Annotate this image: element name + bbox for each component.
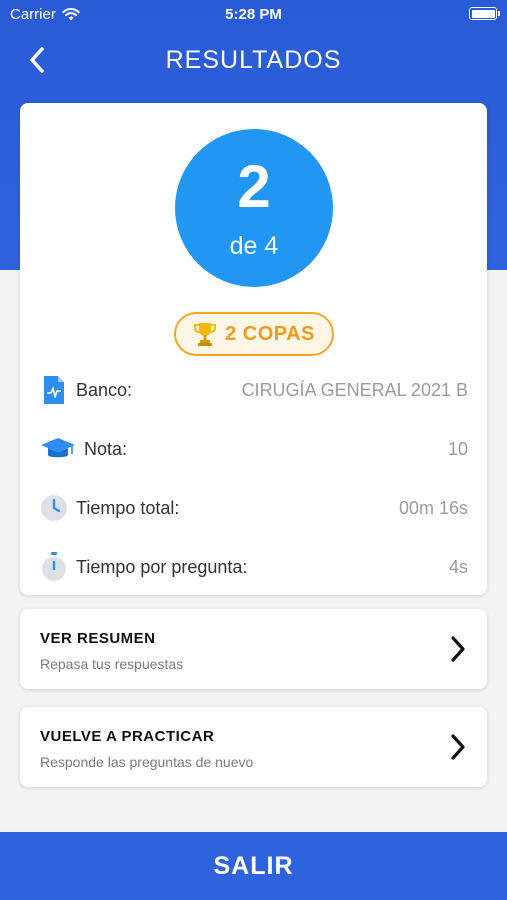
- info-row-nota: Nota: 10: [40, 429, 468, 469]
- stopwatch-icon: [40, 551, 68, 583]
- battery-icon: [469, 7, 500, 20]
- info-row-tiempo-total: Tiempo total: 00m 16s: [40, 488, 468, 528]
- ver-resumen-title: VER RESUMEN: [40, 630, 156, 647]
- document-chart-icon: [40, 374, 68, 406]
- trophy-icon: [194, 323, 217, 346]
- cups-badge: 2 COPAS: [174, 312, 334, 356]
- ver-resumen-button[interactable]: VER RESUMEN Repasa tus respuestas: [20, 609, 487, 689]
- info-row-tiempo-pregunta: Tiempo por pregunta: 4s: [40, 547, 468, 587]
- banco-value: CIRUGÍA GENERAL 2021 B: [241, 379, 468, 400]
- nota-value: 10: [447, 438, 468, 459]
- score-correct: 2: [237, 153, 271, 220]
- tiempo-total-label: Tiempo total:: [76, 497, 180, 518]
- score-circle: 2 de 4: [175, 129, 333, 287]
- chevron-right-icon: [451, 734, 465, 760]
- ver-resumen-subtitle: Repasa tus respuestas: [40, 656, 184, 672]
- vuelve-a-practicar-subtitle: Responde las preguntas de nuevo: [40, 754, 254, 770]
- tiempo-total-value: 00m 16s: [398, 497, 468, 518]
- navigation-bar: RESULTADOS: [0, 38, 507, 82]
- tiempo-pregunta-label: Tiempo por pregunta:: [76, 556, 248, 577]
- cups-label: 2 COPAS: [225, 322, 315, 345]
- salir-label: SALIR: [213, 851, 294, 880]
- banco-label: Banco:: [76, 379, 133, 400]
- tiempo-pregunta-value: 4s: [448, 556, 468, 577]
- score-total: de 4: [229, 232, 279, 260]
- graduation-cap-icon: [40, 433, 76, 465]
- vuelve-a-practicar-button[interactable]: VUELVE A PRACTICAR Responde las pregunta…: [20, 707, 487, 787]
- page-title: RESULTADOS: [165, 46, 342, 74]
- chevron-right-icon: [451, 636, 465, 662]
- clock-icon: [40, 492, 68, 524]
- results-card: 2 de 4 2 COPAS Banco: CIRUGÍA GENERAL 20…: [20, 103, 487, 595]
- salir-button[interactable]: SALIR: [0, 832, 507, 900]
- status-bar: Carrier 5:28 PM: [0, 0, 507, 30]
- vuelve-a-practicar-title: VUELVE A PRACTICAR: [40, 728, 215, 745]
- nota-label: Nota:: [84, 438, 128, 459]
- info-row-banco: Banco: CIRUGÍA GENERAL 2021 B: [40, 370, 468, 410]
- status-time: 5:28 PM: [225, 6, 282, 23]
